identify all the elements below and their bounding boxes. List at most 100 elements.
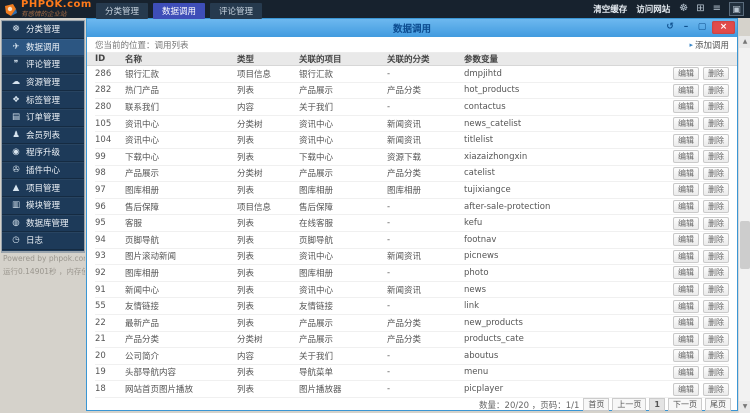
edit-button[interactable]: 编辑 [673,332,699,346]
sidebar-item[interactable]: ❖ 标签管理 [2,91,84,109]
edit-button[interactable]: 编辑 [673,133,699,147]
edit-button[interactable]: 编辑 [673,249,699,263]
cell-name: 页脚导航 [125,235,160,246]
delete-button[interactable]: 删除 [703,382,729,396]
col-header-id: ID [95,54,106,64]
edit-button[interactable]: 编辑 [673,365,699,379]
minimize-icon[interactable]: – [680,21,692,34]
sidebar-item[interactable]: ◉ 程序升级 [2,144,84,162]
sidebar-item[interactable]: ❞ 评论管理 [2,56,84,74]
visit-site-link[interactable]: 访问网站 [636,3,670,15]
delete-button[interactable]: 删除 [703,233,729,247]
database-icon: ◍ [12,217,20,228]
scroll-up-arrow-icon[interactable]: ▲ [739,36,750,48]
sidebar-item[interactable]: ▲ 项目管理 [2,179,84,197]
edit-button[interactable]: 编辑 [673,166,699,180]
delete-button[interactable]: 删除 [703,67,729,81]
delete-button[interactable]: 删除 [703,216,729,230]
table-row: 280 联系我们 内容 关于我们 - contactus 编辑 删除 [95,99,729,116]
module-tab[interactable]: 评论管理 [210,3,263,19]
sidebar-item[interactable]: ☸ 分类管理 [2,21,84,39]
delete-button[interactable]: 删除 [703,117,729,131]
cell-name: 银行汇款 [125,69,160,80]
arrow-right-icon: ▸ [689,40,693,49]
cell-type: 分类树 [237,119,263,130]
page-button[interactable]: 1 [649,398,665,412]
cell-id: 94 [95,234,106,245]
sidebar-item[interactable]: ▥ 模块管理 [2,197,84,215]
cell-id: 105 [95,118,112,129]
sidebar-item[interactable]: ◷ 日志 [2,232,84,250]
sidebar-item[interactable]: ✈ 数据调用 [2,38,84,57]
cell-param: menu [464,367,489,378]
delete-button[interactable]: 删除 [703,166,729,180]
page-button[interactable]: 首页 [583,398,610,412]
gear-icon[interactable]: ☸ [679,2,688,16]
scroll-down-arrow-icon[interactable]: ▼ [739,401,750,413]
page-button[interactable]: 尾页 [705,398,731,412]
row-actions: 编辑 删除 [663,332,729,346]
vertical-scrollbar[interactable]: ▲ ▼ [738,36,750,413]
modules-grid-icon[interactable]: ⊞ [696,2,704,16]
edit-button[interactable]: 编辑 [673,100,699,114]
cell-name: 图库相册 [125,185,160,196]
page-button[interactable]: 下一页 [668,398,702,412]
cell-type: 列表 [237,302,255,313]
add-call-button[interactable]: ▸ 添加调用 [689,39,729,51]
row-actions: 编辑 删除 [663,266,729,280]
refresh-icon[interactable]: ↺ [664,21,676,34]
monitor-icon[interactable]: ▣ [729,2,744,16]
delete-button[interactable]: 删除 [703,83,729,97]
pagination-buttons: 首页 上一页 1 下一页 尾页 [583,398,731,412]
delete-button[interactable]: 删除 [703,349,729,363]
edit-button[interactable]: 编辑 [673,200,699,214]
delete-button[interactable]: 删除 [703,133,729,147]
delete-button[interactable]: 删除 [703,200,729,214]
delete-button[interactable]: 删除 [703,365,729,379]
edit-button[interactable]: 编辑 [673,117,699,131]
scrollbar-thumb[interactable] [740,221,750,269]
edit-button[interactable]: 编辑 [673,316,699,330]
edit-button[interactable]: 编辑 [673,183,699,197]
maximize-icon[interactable]: ▢ [696,21,708,34]
sidebar-item[interactable]: ☁ 资源管理 [2,74,84,92]
sidebar-item[interactable]: ♟ 会员列表 [2,127,84,145]
delete-button[interactable]: 删除 [703,100,729,114]
list-icon[interactable]: ≡ [713,2,721,16]
delete-button[interactable]: 删除 [703,266,729,280]
edit-button[interactable]: 编辑 [673,299,699,313]
powered-by-text: Powered by phpok.com, [3,254,85,263]
edit-button[interactable]: 编辑 [673,67,699,81]
cell-project: 关于我们 [299,102,334,113]
edit-button[interactable]: 编辑 [673,216,699,230]
delete-button[interactable]: 删除 [703,183,729,197]
edit-button[interactable]: 编辑 [673,283,699,297]
edit-button[interactable]: 编辑 [673,233,699,247]
delete-button[interactable]: 删除 [703,316,729,330]
edit-button[interactable]: 编辑 [673,349,699,363]
close-icon[interactable]: × [712,21,735,34]
edit-button[interactable]: 编辑 [673,83,699,97]
cell-name: 产品分类 [125,335,160,346]
edit-button[interactable]: 编辑 [673,150,699,164]
module-tab[interactable]: 分类管理 [96,3,149,19]
delete-button[interactable]: 删除 [703,249,729,263]
edit-button[interactable]: 编辑 [673,382,699,396]
cell-param: after-sale-protection [464,201,551,212]
delete-button[interactable]: 删除 [703,150,729,164]
module-tab[interactable]: 数据调用 [153,3,206,19]
cell-project: 页脚导航 [299,235,334,246]
delete-button[interactable]: 删除 [703,332,729,346]
cell-type: 列表 [237,285,255,296]
row-actions: 编辑 删除 [663,200,729,214]
clear-cache-link[interactable]: 清空缓存 [593,3,627,15]
sidebar-item[interactable]: ✇ 插件中心 [2,162,84,180]
cell-id: 91 [95,284,106,295]
edit-button[interactable]: 编辑 [673,266,699,280]
cell-type: 分类树 [237,169,263,180]
delete-button[interactable]: 删除 [703,283,729,297]
sidebar-item[interactable]: ▤ 订单管理 [2,109,84,127]
delete-button[interactable]: 删除 [703,299,729,313]
sidebar-item[interactable]: ◍ 数据库管理 [2,215,84,233]
page-button[interactable]: 上一页 [612,398,647,412]
